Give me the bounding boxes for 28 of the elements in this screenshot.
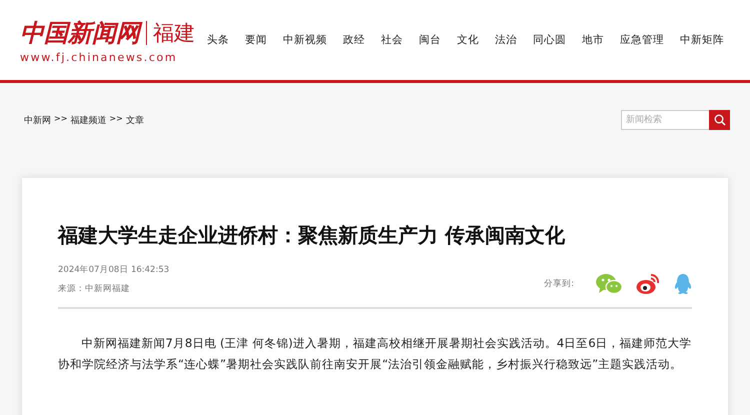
share-label: 分享到:	[544, 278, 574, 290]
site-url: www.fj.chinanews.com	[20, 50, 178, 64]
article-source: 来源：中新网福建	[58, 283, 131, 295]
nav-link[interactable]: 政经	[335, 33, 373, 47]
search-icon	[714, 114, 726, 126]
nav-link[interactable]: 社会	[373, 33, 411, 47]
breadcrumb-link[interactable]: 文章	[126, 114, 144, 126]
nav-link[interactable]: 要闻	[237, 33, 275, 47]
nav-link[interactable]: 法治	[487, 33, 525, 47]
site-logo[interactable]: 中国新闻网	[20, 16, 140, 48]
search-button[interactable]	[709, 110, 730, 130]
nav-link[interactable]: 应急管理	[612, 33, 672, 47]
nav-link[interactable]: 地市	[574, 33, 612, 47]
publish-date: 2024年07月08日 16:42:53	[58, 264, 170, 276]
breadcrumb-link[interactable]: 中新网	[24, 114, 51, 126]
breadcrumb-separator: >>	[54, 114, 68, 124]
article-title: 福建大学生走企业进侨村：聚焦新质生产力 传承闽南文化	[58, 222, 566, 248]
article-paragraph: 中新网福建新闻7月8日电 (王津 何冬锦)进入暑期，福建高校相继开展暑期社会实践活动。4日至6日，福建师范大学协和学院经济与法学系“连心蝶”暑期社会实践队前往南安开展“法治引领金融赋能，乡村振兴行稳致远”主题实践活动。	[58, 335, 692, 373]
region-name: 福建	[153, 20, 195, 46]
nav-link[interactable]: 头条	[199, 33, 237, 47]
nav-link[interactable]: 中新视频	[275, 33, 335, 47]
breadcrumb-separator: >>	[109, 114, 123, 124]
nav-link[interactable]: 闽台	[411, 33, 449, 47]
nav-link[interactable]: 文化	[449, 33, 487, 47]
nav-link[interactable]: 中新矩阵	[672, 33, 732, 47]
breadcrumb-link[interactable]: 福建频道	[70, 114, 106, 126]
search-field[interactable]: 新闻检索	[621, 110, 709, 130]
nav-link[interactable]: 同心圆	[525, 33, 574, 47]
